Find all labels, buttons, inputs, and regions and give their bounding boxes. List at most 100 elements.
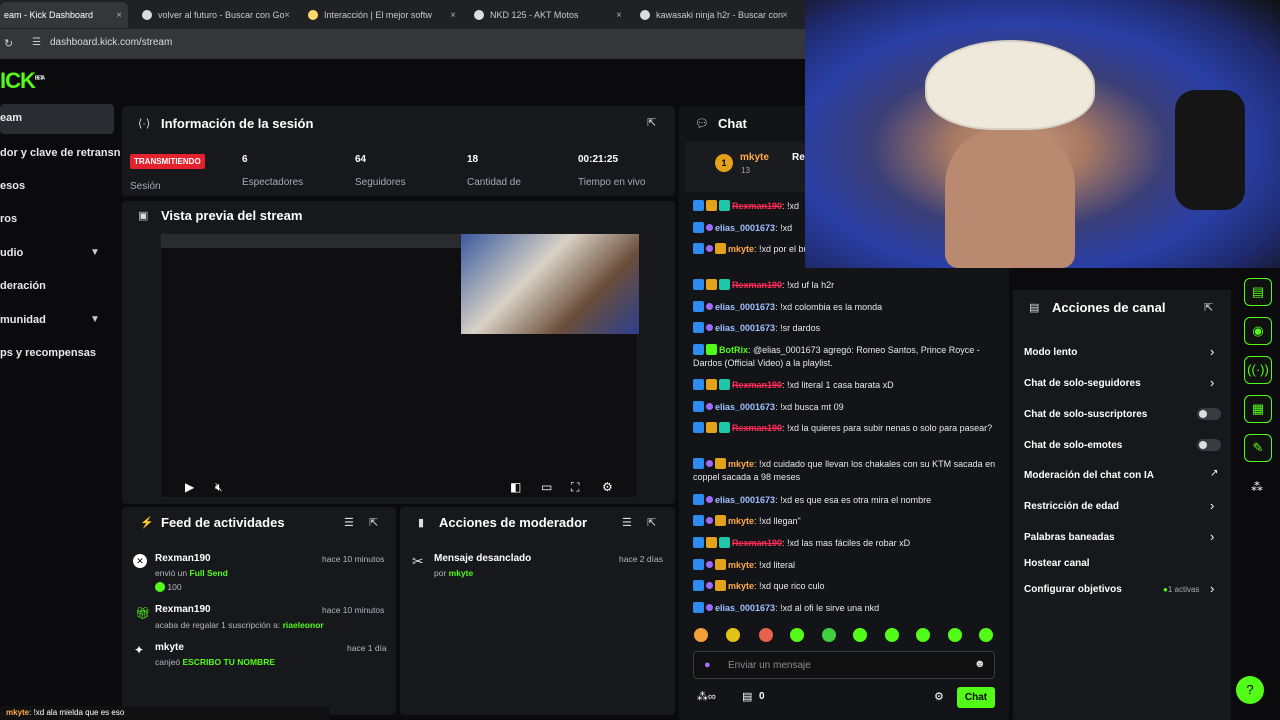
chat-username[interactable]: Rexman190 <box>732 280 782 290</box>
close-icon[interactable]: × <box>616 10 622 21</box>
sidebar-item-stream[interactable]: eam <box>0 104 114 134</box>
sidebar-item-moderation[interactable]: deración <box>0 280 46 292</box>
chevron-right-icon[interactable]: › <box>1210 498 1214 513</box>
chat-username[interactable]: mkyte <box>728 560 754 570</box>
filter-icon[interactable]: ☰ <box>344 516 354 529</box>
emote-icon[interactable] <box>759 628 773 642</box>
chat-text: : !xd <box>782 201 800 211</box>
tab-kick-dashboard[interactable]: eam - Kick Dashboard × <box>0 2 128 28</box>
emote-icon[interactable] <box>979 628 993 642</box>
chat-username[interactable]: Rexman190 <box>732 201 782 211</box>
notes-icon[interactable]: ▤ <box>1244 278 1272 306</box>
chat-input[interactable]: ● Enviar un mensaje ☻ <box>693 651 995 679</box>
chat-username[interactable]: mkyte <box>728 581 754 591</box>
sidebar-item-stream-key[interactable]: dor y clave de retransn <box>0 147 120 159</box>
age-restriction-item[interactable]: Restricción de edad <box>1024 501 1119 512</box>
emote-icon[interactable] <box>790 628 804 642</box>
theater-icon[interactable]: ▭ <box>541 480 552 494</box>
tab-akt-motos[interactable]: NKD 125 - AKT Motos × <box>470 2 628 28</box>
close-icon[interactable]: × <box>116 10 122 21</box>
chevron-right-icon[interactable]: › <box>1210 529 1214 544</box>
sidebar-item-community[interactable]: munidad ▼ <box>0 314 110 326</box>
mod-by-user[interactable]: mkyte <box>449 568 474 578</box>
chevron-right-icon[interactable]: › <box>1210 344 1214 359</box>
gear-icon[interactable]: ⚙ <box>934 690 944 703</box>
subscribers-only-toggle[interactable] <box>1197 408 1221 420</box>
emoji-icon[interactable]: ☻ <box>974 658 986 670</box>
badge-icon <box>706 344 717 355</box>
banned-words-item[interactable]: Palabras baneadas <box>1024 532 1115 543</box>
reload-icon[interactable]: ↻ <box>4 37 13 50</box>
emote-icon[interactable] <box>822 628 836 642</box>
mute-icon[interactable]: 🔇︎ <box>215 480 223 495</box>
slow-mode-item[interactable]: Modo lento <box>1024 347 1077 358</box>
chat-icon[interactable]: ◉ <box>1244 317 1272 345</box>
chat-username[interactable]: Rexman190 <box>732 423 782 433</box>
emote-icon[interactable] <box>885 628 899 642</box>
badge-icon <box>715 580 726 591</box>
close-icon[interactable]: × <box>782 10 788 21</box>
activity-action: canjeó <box>155 657 181 667</box>
tab-google-search[interactable]: volver al futuro - Buscar con Go × <box>138 2 296 28</box>
activity-time: hace 10 minutos <box>322 605 385 615</box>
stream-preview-video[interactable] <box>160 233 639 498</box>
send-chat-button[interactable]: Chat <box>957 687 995 708</box>
chevron-right-icon[interactable]: › <box>1210 581 1214 596</box>
site-settings-icon[interactable]: ☰ <box>32 37 41 48</box>
chat-username[interactable]: BotRix <box>719 345 748 355</box>
fullscreen-icon[interactable]: ⛶ <box>571 480 579 495</box>
emote-icon[interactable] <box>916 628 930 642</box>
pinned-user[interactable]: mkyte <box>740 152 769 163</box>
chat-username[interactable]: mkyte <box>728 459 754 469</box>
add-widget-icon[interactable]: ⁂ <box>1251 480 1263 494</box>
emote-icon[interactable] <box>948 628 962 642</box>
sidebar-item-studio[interactable]: udio ▼ <box>0 247 110 259</box>
chevron-right-icon[interactable]: › <box>1210 375 1214 390</box>
wrench-icon[interactable]: ✎ <box>1244 434 1272 462</box>
popout-icon[interactable]: ⇱ <box>647 116 656 129</box>
activity-user[interactable]: Rexman190 <box>155 553 211 564</box>
sidebar-item-rewards[interactable]: ps y recompensas <box>0 347 96 359</box>
url-field[interactable]: dashboard.kick.com/stream <box>50 37 172 48</box>
popout-icon[interactable]: ⇱ <box>1204 301 1213 314</box>
popout-icon[interactable]: ⇱ <box>647 516 656 529</box>
chat-username[interactable]: elias_0001673 <box>715 603 775 613</box>
goals-item[interactable]: Configurar objetivos <box>1024 584 1122 595</box>
sidebar-item-other[interactable]: ros <box>0 213 17 225</box>
chat-username[interactable]: mkyte <box>728 244 754 254</box>
activity-user[interactable]: mkyte <box>155 642 184 653</box>
emote-icon[interactable] <box>694 628 708 642</box>
close-icon[interactable]: × <box>450 10 456 21</box>
followers-only-item[interactable]: Chat de solo-seguidores <box>1024 378 1141 389</box>
host-channel-item[interactable]: Hostear canal <box>1024 558 1090 569</box>
emotes-only-toggle[interactable] <box>1197 439 1221 451</box>
layout-icon[interactable]: ▦ <box>1244 395 1272 423</box>
pip-icon[interactable]: ◧ <box>510 480 521 494</box>
chat-username[interactable]: elias_0001673 <box>715 402 775 412</box>
sidebar-item-progress[interactable]: esos <box>0 180 25 192</box>
chat-users-icon[interactable]: ⁂∞ <box>697 690 716 703</box>
tab-interaccion[interactable]: Interacción | El mejor softw × <box>304 2 462 28</box>
tab-kawasaki-search[interactable]: kawasaki ninja h2r - Buscar con × <box>636 2 794 28</box>
close-icon[interactable]: × <box>284 10 290 21</box>
ai-moderation-item[interactable]: Moderación del chat con IA <box>1024 470 1154 481</box>
help-button[interactable]: ? <box>1236 676 1264 704</box>
google-icon <box>142 10 152 20</box>
chat-username[interactable]: elias_0001673 <box>715 323 775 333</box>
chat-username[interactable]: elias_0001673 <box>715 495 775 505</box>
play-icon[interactable]: ▶ <box>185 480 194 494</box>
chat-username[interactable]: Rexman190 <box>732 380 782 390</box>
activity-user[interactable]: Rexman190 <box>155 604 211 615</box>
chat-username[interactable]: elias_0001673 <box>715 223 775 233</box>
emote-icon[interactable] <box>726 628 740 642</box>
chat-username[interactable]: mkyte <box>728 516 754 526</box>
popout-icon[interactable]: ⇱ <box>369 516 378 529</box>
filter-icon[interactable]: ☰ <box>622 516 632 529</box>
emote-icon[interactable] <box>853 628 867 642</box>
mic-icon[interactable]: ● <box>704 659 711 671</box>
external-link-icon[interactable]: ↗ <box>1210 468 1218 479</box>
chat-username[interactable]: elias_0001673 <box>715 302 775 312</box>
broadcast-icon[interactable]: ((·)) <box>1244 356 1272 384</box>
chat-username[interactable]: Rexman190 <box>732 538 782 548</box>
gear-icon[interactable]: ⚙ <box>602 480 613 494</box>
